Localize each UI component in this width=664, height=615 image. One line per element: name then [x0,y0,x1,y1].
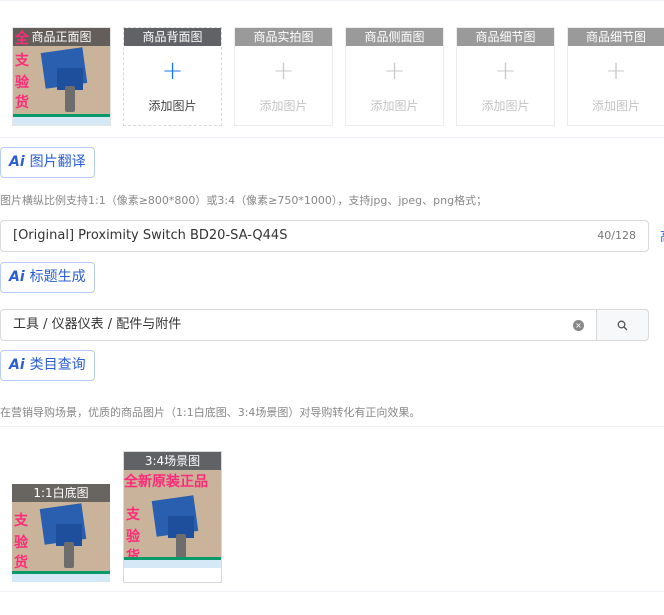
ai-title-generate-button[interactable]: Ai 标题生成 [0,262,95,293]
category-input[interactable]: 工具 / 仪器仪表 / 配件与附件 × [0,309,596,341]
divider [0,137,664,138]
add-image-text: 添加图片 [259,99,308,113]
top-divider [0,0,664,1]
add-image-text: 添加图片 [591,99,640,113]
add-plus-icon: + [605,56,627,86]
ai-icon: Ai [9,154,25,170]
photo-overlay-char: 货 [15,95,29,111]
add-plus-icon: + [272,56,295,86]
clear-icon[interactable]: × [573,320,584,331]
add-plus-icon: + [494,56,517,86]
photo-overlay-char: 验 [14,535,28,551]
divider [0,591,664,592]
image-slot-label: 商品细节图 [568,28,664,46]
photo-overlay-char: 全 [15,31,29,47]
scene-banner-text: 全新原装正品 [124,474,208,490]
add-plus-icon: + [383,56,406,86]
image-slot-detail-2[interactable]: 商品细节图 + 添加图片 [567,27,664,126]
category-search-button[interactable] [596,309,649,341]
photo-overlay-char: 支 [126,507,140,523]
search-icon [617,320,628,330]
add-image-text: 添加图片 [148,99,197,113]
ai-icon: Ai [9,357,25,373]
product-title-value: [Original] Proximity Switch BD20-SA-Q44S [13,228,288,243]
photo-overlay-char: 支 [15,53,29,69]
marketing-image-hint: 在营销导购场景，优质的商品图片（1:1白底图、3:4场景图）对导购转化有正向效果… [0,406,421,419]
ai-category-query-button[interactable]: Ai 类目查询 [0,350,95,381]
image-slot-back[interactable]: 商品背面图 + 添加图片 [123,27,222,126]
divider [0,426,664,427]
image-slot-real-shot[interactable]: 商品实拍图 + 添加图片 [234,27,333,126]
scene-image-frame[interactable]: 全新原装正品 支 验 货 3:4场景图 [123,451,222,583]
image-slot-detail-1[interactable]: 商品细节图 + 添加图片 [456,27,555,126]
image-slot-label: 商品实拍图 [235,28,332,46]
scene-image: 全新原装正品 支 验 货 [124,470,221,568]
category-value: 工具 / 仪器仪表 / 配件与附件 [13,317,182,332]
image-slot-label: 商品背面图 [124,28,221,46]
photo-overlay-char: 验 [15,75,29,91]
title-side-link[interactable]: 高 [660,226,664,245]
add-image-text: 添加图片 [481,99,530,113]
ai-button-label: 图片翻译 [29,154,86,170]
image-slot-label: 商品细节图 [457,28,554,46]
image-slot-side[interactable]: 商品侧面图 + 添加图片 [345,27,444,126]
photo-overlay-char: 支 [14,513,28,529]
photo-overlay-char: 货 [14,555,28,571]
ai-icon: Ai [9,269,25,285]
add-image-text: 添加图片 [370,99,419,113]
image-slot-front[interactable]: 支 验 货 商品正面图 全 [12,27,111,126]
ai-button-label: 标题生成 [29,269,86,285]
ai-image-translate-button[interactable]: Ai 图片翻译 [0,147,95,178]
image-format-hint: 图片横纵比例支持1:1（像素≥800*800）或3:4（像素≥750*1000）… [0,194,488,207]
photo-overlay-char: 验 [126,529,140,545]
image-slot-label: 商品侧面图 [346,28,443,46]
white-bg-image-label: 1:1白底图 [12,484,110,502]
ai-button-label: 类目查询 [29,357,86,373]
title-char-count: 40/128 [597,229,636,242]
scene-image-label: 3:4场景图 [124,452,221,470]
add-plus-icon: + [161,56,184,86]
product-title-input[interactable]: [Original] Proximity Switch BD20-SA-Q44S… [0,220,649,252]
